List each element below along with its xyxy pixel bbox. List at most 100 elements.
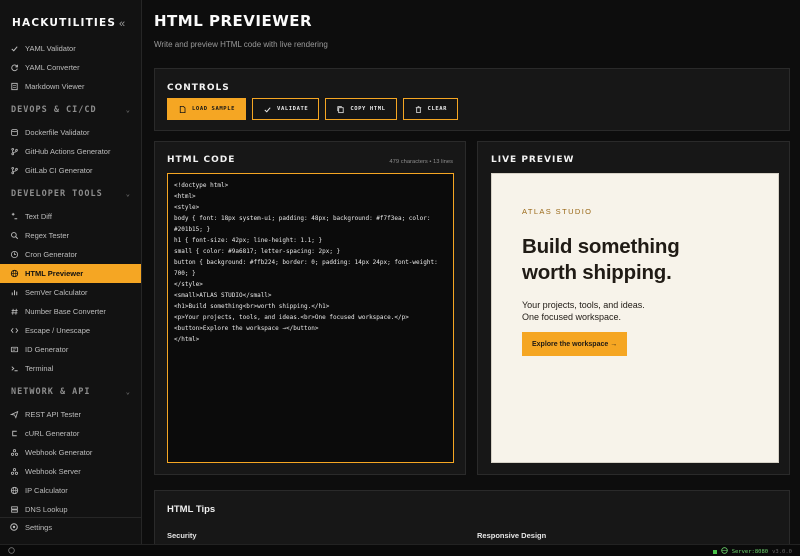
sidebar-item-label: YAML Validator: [25, 44, 76, 53]
load-sample-button[interactable]: LOAD SAMPLE: [167, 98, 247, 120]
sidebar-item-gitlab-ci-generator[interactable]: GitLab CI Generator: [0, 161, 141, 180]
main-content: HTML PREVIEWER Write and preview HTML co…: [142, 0, 800, 550]
page-title: HTML PREVIEWER: [154, 12, 313, 30]
webhook-icon: [9, 467, 19, 477]
git-branch-icon: [9, 166, 19, 176]
sidebar: HACKUTILITIES « YAML Validator YAML Conve…: [0, 0, 142, 544]
sidebar-item-label: IP Calculator: [25, 486, 68, 495]
preview-explore-button[interactable]: Explore the workspace →: [522, 332, 628, 356]
sidebar-item-label: Dockerfile Validator: [25, 128, 90, 137]
webhook-icon: [9, 448, 19, 458]
preview-paragraph-line: Your projects, tools, and ideas.: [522, 300, 645, 310]
preview-heading-line: worth shipping.: [522, 261, 672, 284]
sidebar-item-label: cURL Generator: [25, 429, 80, 438]
sidebar-item-label: Webhook Server: [25, 467, 81, 476]
sidebar-item-label: REST API Tester: [25, 410, 81, 419]
button-label: LOAD SAMPLE: [192, 106, 236, 112]
sidebar-item-cron-generator[interactable]: Cron Generator: [0, 245, 141, 264]
sidebar-nav: YAML Validator YAML Converter Markdown Vie…: [0, 39, 141, 519]
chevron-down-icon: ⌄: [125, 387, 131, 396]
sidebar-item-markdown-viewer[interactable]: Markdown Viewer: [0, 77, 141, 96]
chevron-down-icon: ⌄: [125, 105, 131, 114]
document-icon: [9, 82, 19, 92]
sidebar-item-webhook-server[interactable]: Webhook Server: [0, 462, 141, 481]
brand-title: HACKUTILITIES: [12, 17, 117, 29]
server-label: Server:8080: [731, 548, 769, 555]
sidebar-item-label: DNS Lookup: [25, 505, 68, 514]
sidebar-item-label: Cron Generator: [25, 250, 78, 259]
sidebar-item-label: GitLab CI Generator: [25, 166, 93, 175]
sidebar-item-yaml-converter[interactable]: YAML Converter: [0, 58, 141, 77]
app-version: v3.0.0: [772, 548, 792, 555]
terminal-icon: [9, 364, 19, 374]
clear-button[interactable]: CLEAR: [402, 98, 459, 120]
button-label: VALIDATE: [277, 106, 309, 112]
sidebar-item-terminal[interactable]: Terminal: [0, 359, 141, 378]
sidebar-item-label: Text Diff: [25, 212, 52, 221]
trash-icon: [414, 105, 423, 114]
code-icon: [9, 326, 19, 336]
live-preview-frame: ATLAS STUDIO Build something worth shipp…: [491, 173, 779, 463]
database-icon: [9, 128, 19, 138]
sidebar-section-devops-ci-cd[interactable]: DEVOPS & CI/CD ⌄: [0, 96, 141, 123]
preview-paragraph: Your projects, tools, and ideas. One foc…: [522, 299, 772, 323]
code-panel-title: HTML CODE: [167, 155, 236, 165]
code-panel: HTML CODE 479 characters • 13 lines <!do…: [154, 141, 466, 475]
tips-panel: HTML Tips Security Responsive Design: [154, 490, 790, 550]
sidebar-item-ip-calculator[interactable]: IP Calculator: [0, 481, 141, 500]
preview-paragraph-line: One focused workspace.: [522, 312, 622, 322]
file-icon: [178, 105, 187, 114]
preview-heading-line: Build something: [522, 235, 680, 258]
sidebar-item-label: Number Base Converter: [25, 307, 106, 316]
diff-icon: [9, 212, 19, 222]
sidebar-section-network-api[interactable]: NETWORK & API ⌄: [0, 378, 141, 405]
tips-responsive-heading: Responsive Design: [477, 531, 547, 540]
status-bar: Server:8080 v3.0.0: [0, 544, 800, 556]
sidebar-item-label: HTML Previewer: [25, 269, 84, 278]
chevron-down-icon: ⌄: [125, 189, 131, 198]
sidebar-item-dockerfile-validator[interactable]: Dockerfile Validator: [0, 123, 141, 142]
sidebar-section-developer-tools[interactable]: DEVELOPER TOOLS ⌄: [0, 180, 141, 207]
sidebar-item-semver-calculator[interactable]: SemVer Calculator: [0, 283, 141, 302]
copy-html-button[interactable]: COPY HTML: [325, 98, 397, 120]
sidebar-item-id-generator[interactable]: ID Generator: [0, 340, 141, 359]
preview-eyebrow: ATLAS STUDIO: [522, 207, 593, 216]
controls-button-row: LOAD SAMPLE VALIDATE COPY HTML CLEAR: [167, 98, 459, 120]
code-stats: 479 characters • 13 lines: [389, 159, 453, 165]
sidebar-item-settings[interactable]: Settings: [0, 517, 141, 536]
sidebar-item-github-actions-generator[interactable]: GitHub Actions Generator: [0, 142, 141, 161]
globe-icon: [9, 269, 19, 279]
tips-title: HTML Tips: [167, 504, 216, 515]
send-icon: [9, 410, 19, 420]
sidebar-item-label: ID Generator: [25, 345, 69, 354]
preview-panel-title: LIVE PREVIEW: [491, 155, 575, 165]
collapse-sidebar-icon[interactable]: «: [119, 18, 125, 30]
sidebar-item-rest-api-tester[interactable]: REST API Tester: [0, 405, 141, 424]
sidebar-item-escape-unescape[interactable]: Escape / Unescape: [0, 321, 141, 340]
html-code-editor[interactable]: <!doctype html> <html> <style> body { fo…: [167, 173, 454, 463]
git-branch-icon: [9, 147, 19, 157]
sidebar-item-text-diff[interactable]: Text Diff: [0, 207, 141, 226]
sidebar-item-yaml-validator[interactable]: YAML Validator: [0, 39, 141, 58]
sidebar-item-label: Webhook Generator: [25, 448, 93, 457]
button-label: COPY HTML: [350, 106, 386, 112]
page-subtitle: Write and preview HTML code with live re…: [154, 40, 328, 49]
clock-icon: [9, 250, 19, 260]
sidebar-item-html-previewer[interactable]: HTML Previewer: [0, 264, 141, 283]
sidebar-item-regex-tester[interactable]: Regex Tester: [0, 226, 141, 245]
validate-button[interactable]: VALIDATE: [252, 98, 320, 120]
preview-panel: LIVE PREVIEW ATLAS STUDIO Build somethin…: [477, 141, 790, 475]
dns-icon: [9, 505, 19, 515]
id-card-icon: [9, 345, 19, 355]
refresh-icon: [9, 63, 19, 73]
binary-icon: [9, 307, 19, 317]
sidebar-item-curl-generator[interactable]: cURL Generator: [0, 424, 141, 443]
server-status-dot: [712, 549, 717, 554]
sidebar-item-webhook-generator[interactable]: Webhook Generator: [0, 443, 141, 462]
tips-security-heading: Security: [167, 531, 197, 540]
button-label: CLEAR: [427, 106, 448, 112]
search-icon: [9, 231, 19, 241]
sidebar-item-number-base-converter[interactable]: Number Base Converter: [0, 302, 141, 321]
curl-icon: [9, 429, 19, 439]
copy-icon: [336, 105, 345, 114]
